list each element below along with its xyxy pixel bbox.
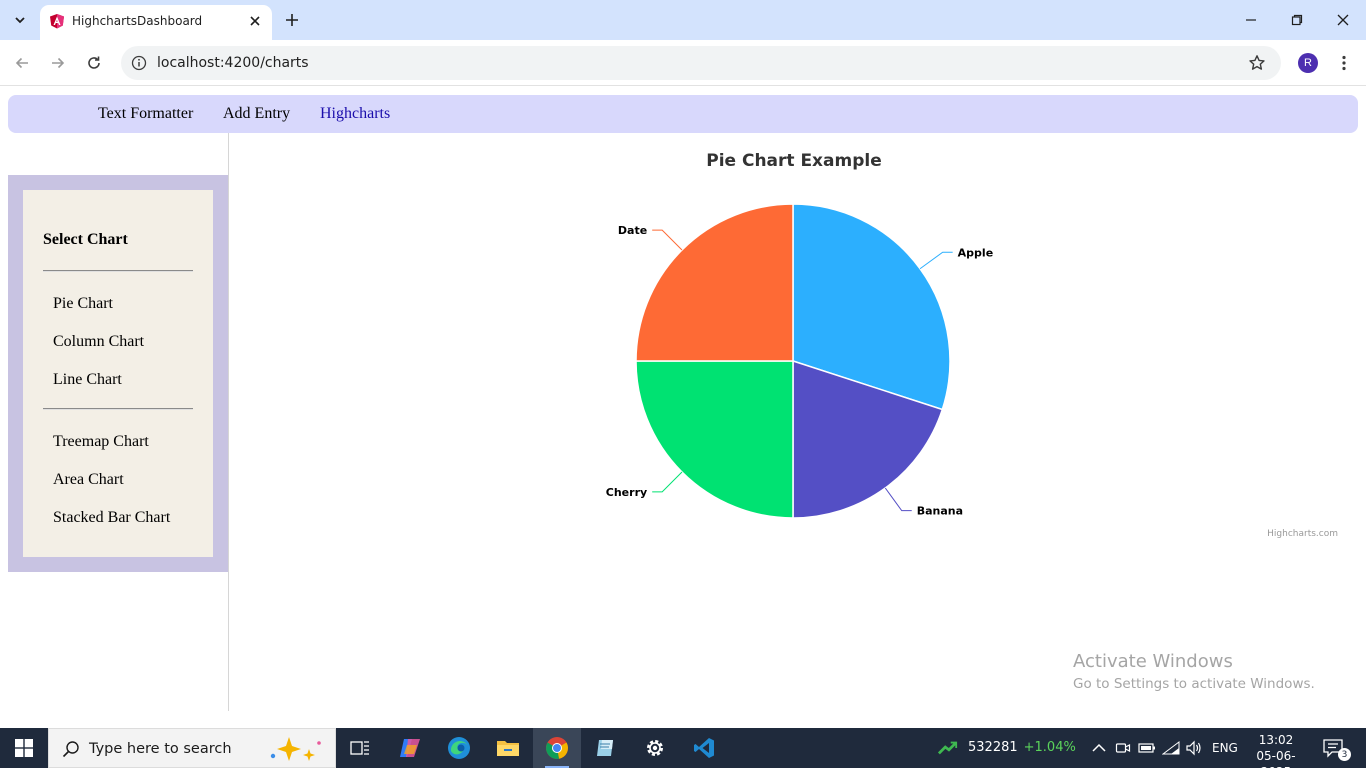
tab-search-chevron-icon[interactable] xyxy=(8,8,32,32)
profile-avatar[interactable]: R xyxy=(1298,53,1318,73)
activate-windows-watermark: Activate Windows Go to Settings to activ… xyxy=(1073,651,1315,692)
wifi-icon[interactable] xyxy=(1161,738,1181,758)
browser-tab-strip: HighchartsDashboard xyxy=(0,0,1366,40)
file-explorer-icon[interactable] xyxy=(484,728,532,768)
notepad-icon[interactable] xyxy=(582,728,630,768)
data-label: Date xyxy=(618,224,647,237)
chrome-icon[interactable] xyxy=(533,728,581,768)
pie-slice-date[interactable] xyxy=(635,203,794,362)
browser-menu-icon[interactable] xyxy=(1334,51,1354,75)
app-navbar: Text Formatter Add Entry Highcharts xyxy=(8,95,1358,133)
browser-tab[interactable]: HighchartsDashboard xyxy=(40,5,272,40)
chart-credits[interactable]: Highcharts.com xyxy=(1267,529,1338,539)
copilot-icon[interactable] xyxy=(386,728,434,768)
bookmark-star-icon[interactable] xyxy=(1247,53,1267,73)
forward-arrow-icon[interactable] xyxy=(46,51,70,75)
stock-change: +1.04% xyxy=(1023,740,1076,755)
sidebar-divider xyxy=(43,408,193,410)
sidebar-heading: Select Chart xyxy=(43,231,128,248)
stock-trend-icon[interactable] xyxy=(938,738,958,758)
address-bar[interactable]: localhost:4200/charts xyxy=(121,46,1281,80)
data-label-connector xyxy=(884,487,912,512)
pie-slice-cherry[interactable] xyxy=(635,360,794,519)
battery-icon[interactable] xyxy=(1137,738,1157,758)
watermark-title: Activate Windows xyxy=(1073,651,1233,672)
chevron-up-icon[interactable] xyxy=(1089,738,1109,758)
vscode-icon[interactable] xyxy=(680,728,728,768)
minimize-icon[interactable] xyxy=(1239,8,1263,32)
copilot-sparkle-icon xyxy=(270,737,321,761)
sidebar-item-area-chart[interactable]: Area Chart xyxy=(53,471,124,489)
pie-chart-container: Pie Chart Example Apple Banana Cherry Date … xyxy=(229,140,1359,550)
sidebar-item-pie-chart[interactable]: Pie Chart xyxy=(53,295,113,313)
pie-chart: Apple Banana Cherry Date xyxy=(606,203,994,519)
search-icon xyxy=(61,739,81,759)
system-clock[interactable]: 13:02 05-06-2025 xyxy=(1246,732,1306,780)
task-view-icon[interactable] xyxy=(336,728,384,768)
data-label: Banana xyxy=(917,505,963,518)
data-label-connector xyxy=(652,229,683,251)
input-language[interactable]: ENG xyxy=(1212,741,1238,755)
data-label: Apple xyxy=(958,246,994,259)
back-arrow-icon[interactable] xyxy=(10,51,34,75)
site-info-icon[interactable] xyxy=(130,54,148,72)
clock-date: 05-06-2025 xyxy=(1256,749,1296,779)
stock-value: 532281 xyxy=(968,740,1018,755)
data-label-connector xyxy=(652,471,683,493)
new-tab-plus-icon[interactable] xyxy=(282,10,302,30)
sidebar-item-treemap-chart[interactable]: Treemap Chart xyxy=(53,433,149,451)
clock-time: 13:02 xyxy=(1258,733,1294,747)
reload-icon[interactable] xyxy=(82,51,106,75)
nav-link-highcharts[interactable]: Highcharts xyxy=(320,105,390,123)
browser-toolbar: localhost:4200/charts R xyxy=(0,40,1366,86)
url-text[interactable]: localhost:4200/charts xyxy=(157,55,309,71)
sidebar-divider xyxy=(43,270,193,272)
notification-count-badge: 3 xyxy=(1338,748,1351,761)
volume-icon[interactable] xyxy=(1184,738,1204,758)
angular-icon xyxy=(49,13,65,29)
meet-now-icon[interactable] xyxy=(1113,738,1133,758)
tab-title: HighchartsDashboard xyxy=(72,14,203,28)
data-label-connector xyxy=(919,251,953,270)
taskbar-search-box[interactable]: Type here to search xyxy=(48,728,336,768)
nav-link-add-entry[interactable]: Add Entry xyxy=(223,105,290,123)
stock-widget[interactable]: 532281 +1.04% xyxy=(968,740,1076,755)
notification-center-icon[interactable]: 3 xyxy=(1322,736,1351,762)
sidebar-item-column-chart[interactable]: Column Chart xyxy=(53,333,144,351)
windows-taskbar: Type here to search 532281 +1.04% ENG 13… xyxy=(0,728,1366,779)
data-label: Cherry xyxy=(606,486,647,499)
watermark-subtitle: Go to Settings to activate Windows. xyxy=(1073,676,1315,692)
restore-icon[interactable] xyxy=(1285,8,1309,32)
settings-gear-icon[interactable] xyxy=(631,728,679,768)
sidebar-item-stacked-bar-chart[interactable]: Stacked Bar Chart xyxy=(53,509,170,527)
sidebar-item-line-chart[interactable]: Line Chart xyxy=(53,371,122,389)
close-window-icon[interactable] xyxy=(1331,8,1355,32)
search-placeholder: Type here to search xyxy=(89,741,232,757)
edge-browser-icon[interactable] xyxy=(435,728,483,768)
nav-link-text-formatter[interactable]: Text Formatter xyxy=(98,105,193,123)
tab-close-icon[interactable] xyxy=(246,12,264,30)
windows-start-icon[interactable] xyxy=(0,728,48,768)
